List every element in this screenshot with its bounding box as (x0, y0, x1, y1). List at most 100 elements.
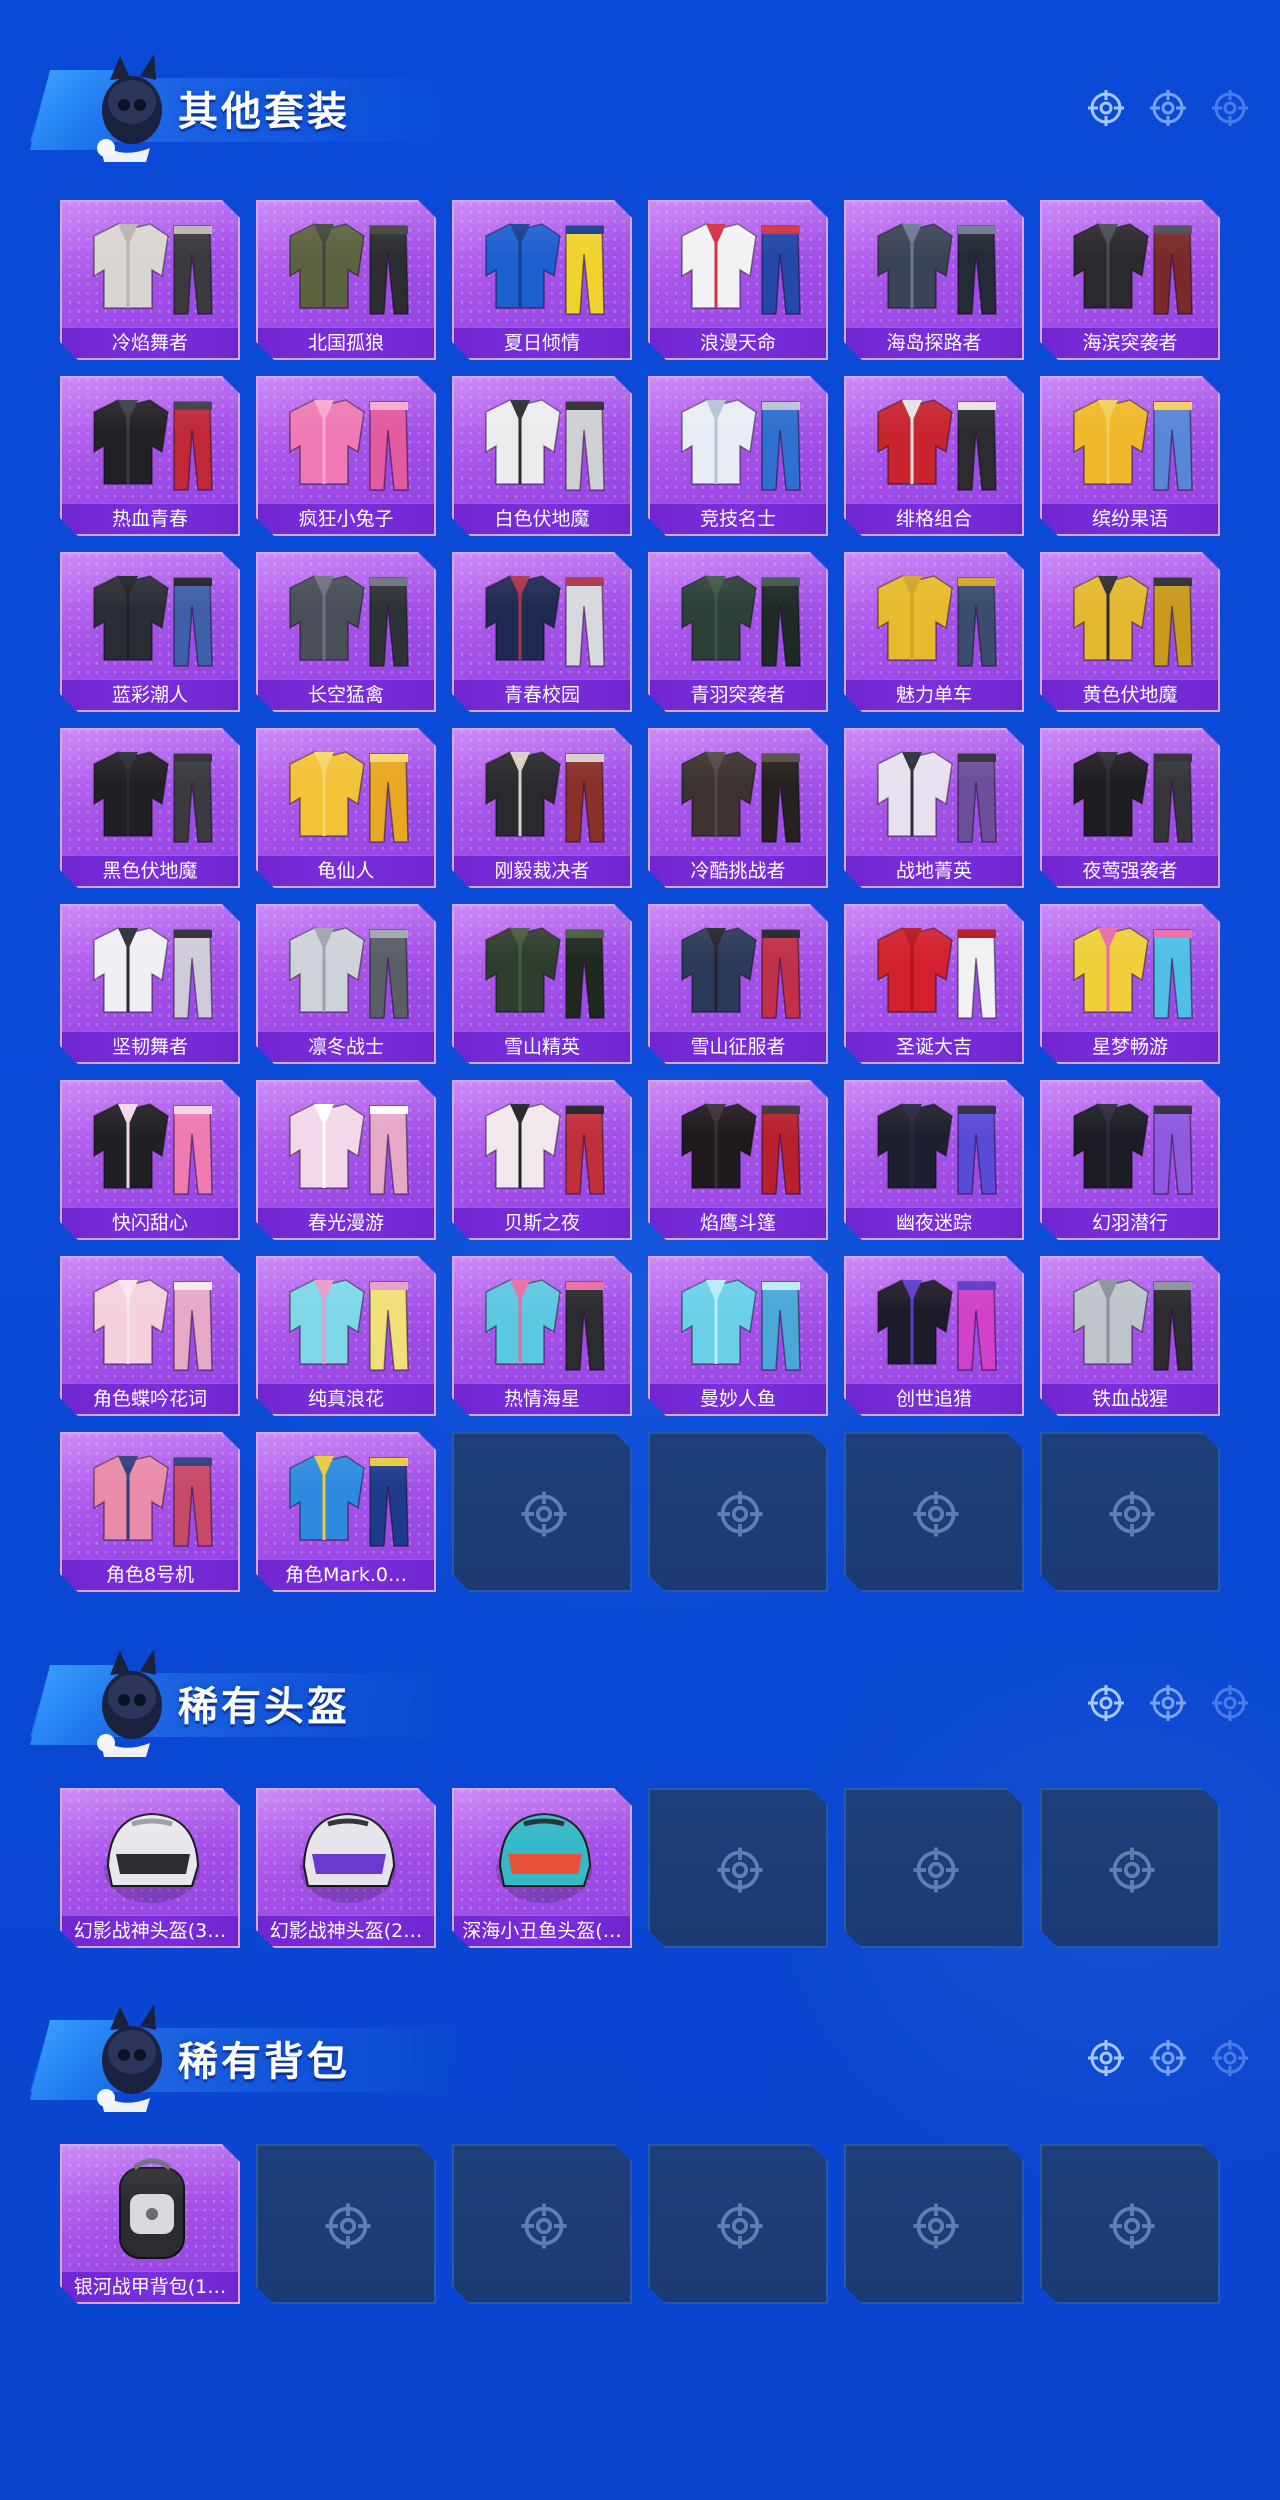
item-tile[interactable]: 疯狂小兔子 (256, 376, 436, 536)
item-tile[interactable]: 纯真浪花 (256, 1256, 436, 1416)
item-tile[interactable]: 角色8号机 (60, 1432, 240, 1592)
item-tile[interactable]: 白色伏地魔 (452, 376, 632, 536)
outfit-image (72, 558, 232, 676)
outfit-image (660, 558, 820, 676)
item-tile[interactable]: 幻影战神头盔(2… (256, 1788, 436, 1948)
mascot-icon (97, 2004, 162, 2112)
item-tile[interactable]: 冷酷挑战者 (648, 728, 828, 888)
empty-slot (1040, 1788, 1220, 1948)
item-tile[interactable]: 青羽突袭者 (648, 552, 828, 712)
item-label: 蓝彩潮人 (62, 679, 238, 710)
item-tile[interactable]: 贝斯之夜 (452, 1080, 632, 1240)
item-tile[interactable]: 热血青春 (60, 376, 240, 536)
item-tile[interactable]: 深海小丑鱼头盔(… (452, 1788, 632, 1948)
outfit-image (464, 1086, 624, 1204)
item-tile[interactable]: 铁血战猩 (1040, 1256, 1220, 1416)
item-tile[interactable]: 缤纷果语 (1040, 376, 1220, 536)
outfit-grid: 冷焰舞者 北国孤狼 夏日倾情 浪漫天命 海岛探路者 海滨突袭者热血青春 疯狂小兔子 白色伏地魔… (60, 200, 1220, 1592)
item-tile[interactable]: 海岛探路者 (844, 200, 1024, 360)
outfit-image (268, 382, 428, 500)
item-label: 幻影战神头盔(2… (258, 1915, 434, 1946)
item-tile[interactable]: 刚毅裁决者 (452, 728, 632, 888)
item-tile[interactable]: 角色Mark.0… (256, 1432, 436, 1592)
item-label: 黑色伏地魔 (62, 855, 238, 886)
item-tile[interactable]: 星梦畅游 (1040, 904, 1220, 1064)
item-tile[interactable]: 黄色伏地魔 (1040, 552, 1220, 712)
outfit-image (72, 1262, 232, 1380)
item-label: 刚毅裁决者 (454, 855, 630, 886)
section-title: 其他套装 (178, 89, 350, 135)
item-tile[interactable]: 长空猛禽 (256, 552, 436, 712)
item-tile[interactable]: 雪山精英 (452, 904, 632, 1064)
outfit-image (72, 206, 232, 324)
crosshair-icon (519, 2201, 569, 2251)
item-label: 热血青春 (62, 503, 238, 534)
item-label: 幻影战神头盔(3… (62, 1915, 238, 1946)
item-label: 夏日倾情 (454, 327, 630, 358)
outfit-image (1052, 558, 1212, 676)
item-label: 焰鹰斗篷 (650, 1207, 826, 1238)
crosshair-icon (715, 1845, 765, 1895)
empty-slot (648, 2144, 828, 2304)
item-tile[interactable]: 浪漫天命 (648, 200, 828, 360)
item-tile[interactable]: 凛冬战士 (256, 904, 436, 1064)
outfit-image (464, 910, 624, 1028)
item-tile[interactable]: 龟仙人 (256, 728, 436, 888)
outfit-image (856, 1262, 1016, 1380)
crosshair-icon (1107, 2201, 1157, 2251)
item-tile[interactable]: 幻影战神头盔(3… (60, 1788, 240, 1948)
crosshair-icon (1212, 1685, 1248, 1721)
backpack-grid: 银河战甲背包(1… (60, 2144, 1220, 2304)
outfit-image (464, 206, 624, 324)
item-tile[interactable]: 坚韧舞者 (60, 904, 240, 1064)
item-tile[interactable]: 冷焰舞者 (60, 200, 240, 360)
crosshair-icon (1150, 90, 1186, 126)
item-tile[interactable]: 热情海星 (452, 1256, 632, 1416)
item-label: 北国孤狼 (258, 327, 434, 358)
outfit-image (464, 382, 624, 500)
item-tile[interactable]: 创世追猎 (844, 1256, 1024, 1416)
item-tile[interactable]: 雪山征服者 (648, 904, 828, 1064)
crosshair-icon (1150, 2040, 1186, 2076)
outfit-image (72, 1086, 232, 1204)
item-tile[interactable]: 海滨突袭者 (1040, 200, 1220, 360)
outfit-image (856, 558, 1016, 676)
item-tile[interactable]: 北国孤狼 (256, 200, 436, 360)
outfit-image (72, 1438, 232, 1556)
item-tile[interactable]: 焰鹰斗篷 (648, 1080, 828, 1240)
outfit-image (464, 734, 624, 852)
item-tile[interactable]: 幻羽潜行 (1040, 1080, 1220, 1240)
mascot-icon (97, 1649, 162, 1757)
outfit-image (856, 1086, 1016, 1204)
item-label: 魅力单车 (846, 679, 1022, 710)
item-label: 快闪甜心 (62, 1207, 238, 1238)
item-tile[interactable]: 战地菁英 (844, 728, 1024, 888)
item-tile[interactable]: 夜莺强袭者 (1040, 728, 1220, 888)
outfit-image (268, 734, 428, 852)
item-label: 创世追猎 (846, 1383, 1022, 1414)
empty-slot (648, 1788, 828, 1948)
item-tile[interactable]: 圣诞大吉 (844, 904, 1024, 1064)
item-tile[interactable]: 快闪甜心 (60, 1080, 240, 1240)
item-label: 热情海星 (454, 1383, 630, 1414)
item-tile[interactable]: 曼妙人鱼 (648, 1256, 828, 1416)
item-tile[interactable]: 魅力单车 (844, 552, 1024, 712)
item-tile[interactable]: 幽夜迷踪 (844, 1080, 1024, 1240)
item-tile[interactable]: 银河战甲背包(1… (60, 2144, 240, 2304)
empty-slot (648, 1432, 828, 1592)
item-tile[interactable]: 绯格组合 (844, 376, 1024, 536)
item-tile[interactable]: 角色蝶吟花词 (60, 1256, 240, 1416)
item-tile[interactable]: 夏日倾情 (452, 200, 632, 360)
item-label: 浪漫天命 (650, 327, 826, 358)
empty-slot (844, 2144, 1024, 2304)
outfit-image (268, 1262, 428, 1380)
item-tile[interactable]: 春光漫游 (256, 1080, 436, 1240)
item-label: 春光漫游 (258, 1207, 434, 1238)
item-label: 黄色伏地魔 (1042, 679, 1218, 710)
outfit-image (72, 910, 232, 1028)
item-tile[interactable]: 黑色伏地魔 (60, 728, 240, 888)
item-label: 竞技名士 (650, 503, 826, 534)
item-tile[interactable]: 竞技名士 (648, 376, 828, 536)
item-tile[interactable]: 青春校园 (452, 552, 632, 712)
item-tile[interactable]: 蓝彩潮人 (60, 552, 240, 712)
